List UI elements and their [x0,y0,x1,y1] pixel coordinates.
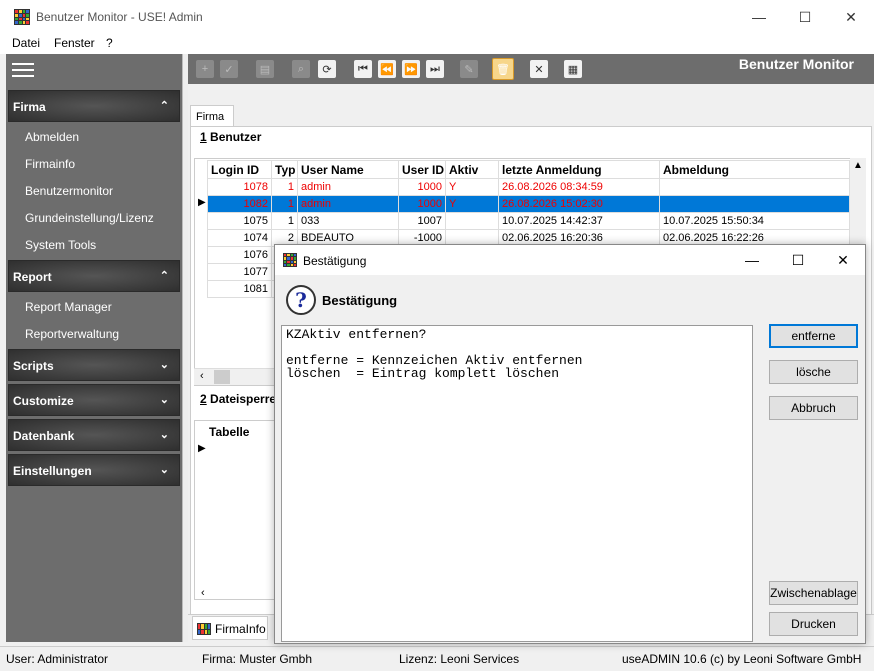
col-tabelle[interactable]: Tabelle [209,425,249,439]
sidebar-item-benutzermonitor[interactable]: Benutzermonitor [25,184,113,198]
dialog-title: Bestätigung [303,254,367,268]
dialog-message: KZAktiv entfernen? entferne = Kennzeiche… [281,325,753,642]
menu-help[interactable]: ? [106,36,113,50]
col-login-id[interactable]: Login ID [207,160,272,179]
minimize-button[interactable]: — [736,0,782,34]
sidebar-item-firmainfo[interactable]: Firmainfo [25,157,75,171]
sidebar-section-firma[interactable]: Firma ⌃ [8,90,180,122]
grid-icon[interactable]: ▦ [564,60,582,78]
dialog-close-button[interactable]: ✕ [820,245,866,275]
group-dateisperre-header: 2 Dateisperre [200,392,277,406]
sidebar-section-datenbank[interactable]: Datenbank ⌄ [8,419,180,451]
add-icon[interactable]: + [196,60,214,78]
col-letzte-anmeldung[interactable]: letzte Anmeldung [498,160,660,179]
status-firma: Firma: Muster Gmbh [202,652,313,666]
row-pointer-icon: ▶ [198,197,206,208]
scroll-up-icon[interactable]: ▲ [853,160,863,171]
question-icon: ? [286,285,316,315]
row-pointer-icon: ▶ [198,443,206,454]
dialog-heading: Bestätigung [322,293,398,308]
sidebar-item-abmelden[interactable]: Abmelden [25,130,79,144]
previous-record-icon[interactable]: ⏪ [378,60,396,78]
edit-icon[interactable]: ✎ [460,60,478,78]
menu-fenster[interactable]: Fenster [54,36,95,50]
dialog-app-icon [283,253,297,267]
window-title: Benutzer Monitor - USE! Admin [36,10,203,24]
toolbar: + ✓ ▤ ⌕ ⟳ ⏮ ⏪ ⏩ ⏭ ✎ 🗑 ✕ ▦ Benutzer Monit… [188,54,874,84]
next-record-icon[interactable]: ⏩ [402,60,420,78]
col-user-id[interactable]: User ID [398,160,446,179]
first-record-icon[interactable]: ⏮ [354,60,372,78]
sidebar-section-customize[interactable]: Customize ⌄ [8,384,180,416]
table-row[interactable]: 1078 1 admin 1000 Y 26.08.2026 08:34:59 [207,178,850,196]
status-lizenz: Lizenz: Leoni Services [399,652,520,666]
scroll-left-icon[interactable]: ‹ [201,587,205,599]
table-row-selected[interactable]: 1082 1 admin 1000 Y 26.08.2026 15:02:30 [207,195,850,213]
chevron-down-icon: ⌄ [159,394,169,406]
chevron-up-icon: ⌃ [159,270,169,282]
sidebar-item-grundeinstellung[interactable]: Grundeinstellung/Lizenz [25,211,154,225]
sidebar-item-report-manager[interactable]: Report Manager [25,300,112,314]
firmainfo-icon [197,623,211,635]
scroll-left-icon[interactable]: ‹ [200,370,204,382]
col-abmeldung[interactable]: Abmeldung [659,160,850,179]
hamburger-menu-icon[interactable] [12,63,34,81]
entferne-button[interactable]: entferne [769,324,858,348]
group-benutzer-header: 1 Benutzer [200,130,262,144]
tab-firma[interactable]: Firma [190,105,234,127]
tab-firmainfo[interactable]: FirmaInfo [192,616,268,640]
menu-bar: Datei Fenster ? [0,34,874,54]
search-icon[interactable]: ⌕ [292,60,310,78]
status-user: User: Administrator [6,652,109,666]
sidebar-section-report[interactable]: Report ⌃ [8,260,180,292]
dialog-titlebar: Bestätigung — ☐ ✕ [275,245,865,275]
sidebar-section-scripts[interactable]: Scripts ⌄ [8,349,180,381]
refresh-icon[interactable]: ⟳ [318,60,336,78]
print-icon[interactable]: ▤ [256,60,274,78]
delete-icon[interactable]: 🗑 [492,58,514,80]
table-row[interactable]: 1075 1 033 1007 10.07.2025 14:42:37 10.07.202… [207,212,850,230]
col-typ[interactable]: Typ [271,160,298,179]
table-header-row: Login ID Typ User Name User ID Aktiv let… [207,160,850,179]
cancel-icon[interactable]: ✕ [530,60,548,78]
toolbar-title: Benutzer Monitor [738,56,854,72]
maximize-button[interactable]: ☐ [782,0,828,34]
losche-button[interactable]: lösche [769,360,858,384]
abbruch-button[interactable]: Abbruch [769,396,858,420]
app-icon [14,9,30,25]
close-button[interactable]: ✕ [828,0,874,34]
scroll-thumb[interactable] [214,370,230,384]
window-titlebar: Benutzer Monitor - USE! Admin — ☐ ✕ [0,0,874,34]
status-version: useADMIN 10.6 (c) by Leoni Software GmbH [622,652,862,666]
chevron-down-icon: ⌄ [159,464,169,476]
check-icon[interactable]: ✓ [220,60,238,78]
sidebar-section-einstellungen[interactable]: Einstellungen ⌄ [8,454,180,486]
col-aktiv[interactable]: Aktiv [445,160,499,179]
chevron-up-icon: ⌃ [159,100,169,112]
drucken-button[interactable]: Drucken [769,612,858,636]
zwischenablage-button[interactable]: Zwischenablage [769,581,858,605]
status-bar: User: Administrator Firma: Muster Gmbh L… [0,646,874,671]
menu-datei[interactable]: Datei [12,36,40,50]
confirmation-dialog: Bestätigung — ☐ ✕ ? Bestätigung KZAktiv … [274,244,866,644]
sidebar-item-reportverwaltung[interactable]: Reportverwaltung [25,327,119,341]
chevron-down-icon: ⌄ [159,359,169,371]
last-record-icon[interactable]: ⏭ [426,60,444,78]
dialog-maximize-button[interactable]: ☐ [775,245,821,275]
col-user-name[interactable]: User Name [297,160,399,179]
dialog-minimize-button[interactable]: — [729,245,775,275]
sidebar-item-system-tools[interactable]: System Tools [25,238,96,252]
chevron-down-icon: ⌄ [159,429,169,441]
